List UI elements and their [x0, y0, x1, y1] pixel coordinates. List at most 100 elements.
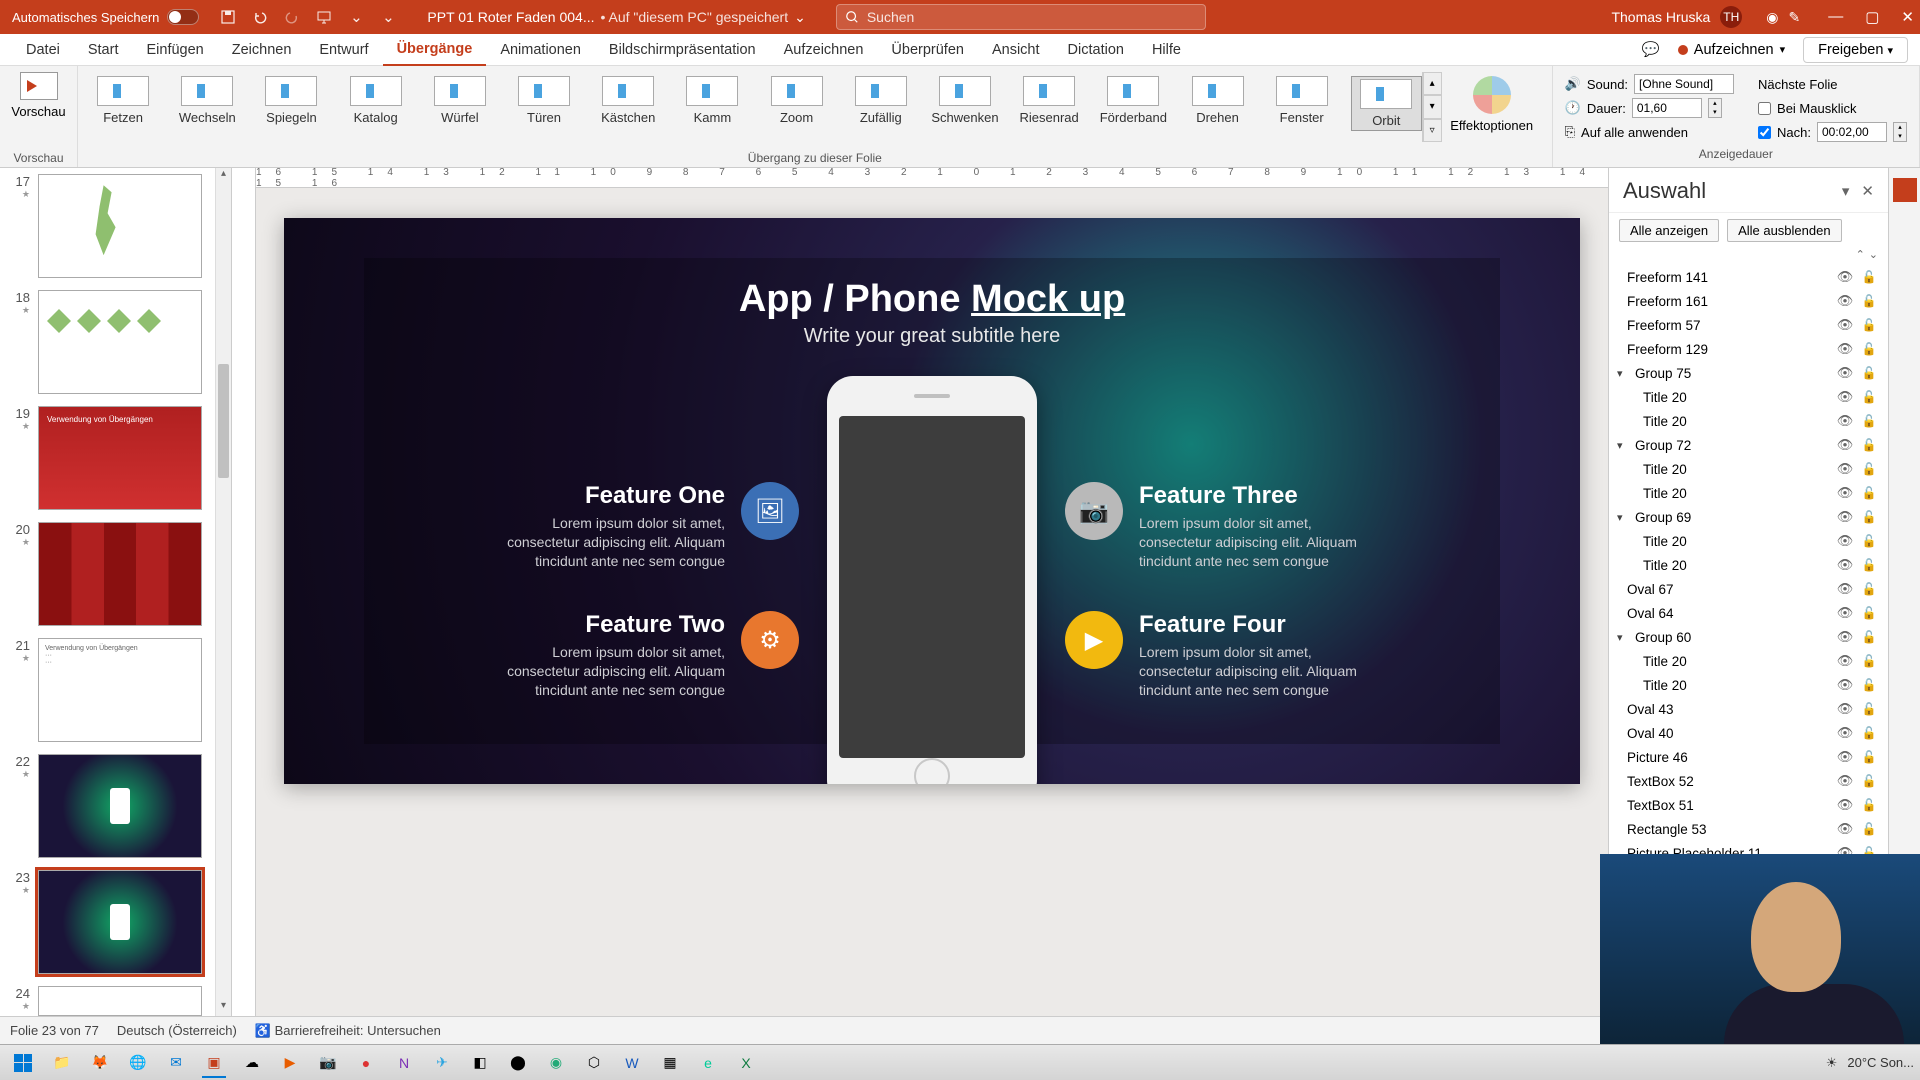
present-icon[interactable]	[315, 8, 333, 26]
selection-item[interactable]: TextBox 52👁🔓	[1609, 769, 1888, 793]
search-box[interactable]: Suchen	[836, 4, 1206, 30]
weather-text[interactable]: 20°C Son...	[1847, 1055, 1914, 1070]
transition-zufällig[interactable]: Zufällig	[846, 76, 916, 125]
visibility-icon[interactable]: 👁	[1836, 293, 1854, 309]
lock-icon[interactable]: 🔓	[1860, 678, 1878, 692]
edge-icon[interactable]: e	[692, 1048, 724, 1078]
duration-spinner[interactable]: ▴▾	[1708, 98, 1722, 118]
tab-animationen[interactable]: Animationen	[486, 34, 595, 66]
selection-item[interactable]: ▾Group 60👁🔓	[1609, 625, 1888, 649]
slide-subtitle[interactable]: Write your great subtitle here	[804, 325, 1060, 348]
lock-icon[interactable]: 🔓	[1860, 534, 1878, 548]
transition-drehen[interactable]: Drehen	[1182, 76, 1252, 125]
gallery-scroll[interactable]: ▴▾▿	[1422, 72, 1442, 142]
visibility-icon[interactable]: 👁	[1836, 317, 1854, 333]
transition-wechseln[interactable]: Wechseln	[172, 76, 242, 125]
visibility-icon[interactable]: 👁	[1836, 557, 1854, 573]
lock-icon[interactable]: 🔓	[1860, 702, 1878, 716]
move-down-icon[interactable]: ⌄	[1869, 248, 1878, 261]
lock-icon[interactable]: 🔓	[1860, 438, 1878, 452]
visibility-icon[interactable]: 👁	[1836, 437, 1854, 453]
visibility-icon[interactable]: 👁	[1836, 749, 1854, 765]
designer-icon[interactable]	[1893, 178, 1917, 202]
selection-item[interactable]: Title 20👁🔓	[1609, 457, 1888, 481]
slide-thumb-23[interactable]: 23	[10, 870, 205, 974]
selection-item[interactable]: Title 20👁🔓	[1609, 673, 1888, 697]
selection-item[interactable]: Picture 46👁🔓	[1609, 745, 1888, 769]
on-click-checkbox[interactable]	[1758, 102, 1771, 115]
slide-thumb-24[interactable]: 24	[10, 986, 205, 1016]
selection-item[interactable]: Oval 40👁🔓	[1609, 721, 1888, 745]
after-checkbox[interactable]	[1758, 126, 1771, 139]
selection-item[interactable]: Title 20👁🔓	[1609, 409, 1888, 433]
tab-zeichnen[interactable]: Zeichnen	[218, 34, 306, 66]
selection-item[interactable]: Title 20👁🔓	[1609, 481, 1888, 505]
weather-icon[interactable]: ☀	[1826, 1055, 1838, 1071]
visibility-icon[interactable]: 👁	[1836, 773, 1854, 789]
lock-icon[interactable]: 🔓	[1860, 774, 1878, 788]
visibility-icon[interactable]: 👁	[1836, 413, 1854, 429]
selection-item[interactable]: Title 20👁🔓	[1609, 529, 1888, 553]
pane-dropdown-icon[interactable]: ▾	[1842, 182, 1850, 200]
record-button[interactable]: Aufzeichnen▾	[1678, 42, 1785, 58]
selection-item[interactable]: Title 20👁🔓	[1609, 553, 1888, 577]
lock-icon[interactable]: 🔓	[1860, 654, 1878, 668]
app-icon-2[interactable]: 📷	[312, 1048, 344, 1078]
start-button[interactable]	[6, 1048, 40, 1078]
lock-icon[interactable]: 🔓	[1860, 822, 1878, 836]
chrome-icon[interactable]: 🌐	[122, 1048, 154, 1078]
transition-schwenken[interactable]: Schwenken	[930, 76, 1000, 125]
thumbnails-scrollbar[interactable]: ▴ ▾	[215, 168, 231, 1016]
apply-all-button[interactable]: ⎘Auf alle anwenden	[1565, 120, 1734, 144]
slide-thumb-19[interactable]: 19Verwendung von Übergängen	[10, 406, 205, 510]
visibility-icon[interactable]: 👁	[1836, 605, 1854, 621]
tab-überprüfen[interactable]: Überprüfen	[877, 34, 978, 66]
tab-entwurf[interactable]: Entwurf	[305, 34, 382, 66]
selection-item[interactable]: Title 20👁🔓	[1609, 385, 1888, 409]
pen-icon[interactable]: ✎	[1789, 9, 1801, 26]
lock-icon[interactable]: 🔓	[1860, 366, 1878, 380]
feature-feature-one[interactable]: 🖼Feature OneLorem ipsum dolor sit amet, …	[489, 482, 799, 571]
visibility-icon[interactable]: 👁	[1836, 365, 1854, 381]
save-icon[interactable]	[219, 8, 237, 26]
outlook-icon[interactable]: ✉	[160, 1048, 192, 1078]
minimize-icon[interactable]: —	[1828, 8, 1843, 26]
feature-feature-four[interactable]: ▶Feature FourLorem ipsum dolor sit amet,…	[1065, 611, 1375, 700]
lock-icon[interactable]: 🔓	[1860, 462, 1878, 476]
transition-förderband[interactable]: Förderband	[1098, 76, 1168, 125]
tab-bildschirmpräsentation[interactable]: Bildschirmpräsentation	[595, 34, 770, 66]
transition-türen[interactable]: Türen	[509, 76, 579, 125]
comments-icon[interactable]: 💬	[1642, 41, 1660, 58]
selection-item[interactable]: Freeform 129👁🔓	[1609, 337, 1888, 361]
lock-icon[interactable]: 🔓	[1860, 390, 1878, 404]
visibility-icon[interactable]: 👁	[1836, 701, 1854, 717]
tab-hilfe[interactable]: Hilfe	[1138, 34, 1195, 66]
lock-icon[interactable]: 🔓	[1860, 582, 1878, 596]
slide-thumb-17[interactable]: 17	[10, 174, 205, 278]
lock-icon[interactable]: 🔓	[1860, 318, 1878, 332]
visibility-icon[interactable]: 👁	[1836, 269, 1854, 285]
visibility-icon[interactable]: 👁	[1836, 797, 1854, 813]
visibility-icon[interactable]: 👁	[1836, 389, 1854, 405]
lock-icon[interactable]: 🔓	[1860, 294, 1878, 308]
lock-icon[interactable]: 🔓	[1860, 726, 1878, 740]
feature-feature-two[interactable]: ⚙Feature TwoLorem ipsum dolor sit amet, …	[489, 611, 799, 700]
explorer-icon[interactable]: 📁	[46, 1048, 78, 1078]
effect-options-button[interactable]: Effektoptionen	[1442, 72, 1542, 133]
firefox-icon[interactable]: 🦊	[84, 1048, 116, 1078]
avatar[interactable]: TH	[1720, 6, 1742, 28]
selection-item[interactable]: ▾Group 75👁🔓	[1609, 361, 1888, 385]
transition-fenster[interactable]: Fenster	[1267, 76, 1337, 125]
visibility-icon[interactable]: 👁	[1836, 581, 1854, 597]
telegram-icon[interactable]: ✈	[426, 1048, 458, 1078]
transition-zoom[interactable]: Zoom	[762, 76, 832, 125]
oval-icon[interactable]: ◉	[1766, 9, 1778, 26]
visibility-icon[interactable]: 👁	[1836, 677, 1854, 693]
pane-close-icon[interactable]: ✕	[1861, 182, 1874, 200]
excel-icon[interactable]: X	[730, 1048, 762, 1078]
selection-item[interactable]: Freeform 161👁🔓	[1609, 289, 1888, 313]
slide-title[interactable]: App / Phone Mock up	[739, 278, 1125, 321]
selection-item[interactable]: Freeform 57👁🔓	[1609, 313, 1888, 337]
slide-thumb-21[interactable]: 21Verwendung von Übergängen······	[10, 638, 205, 742]
selection-item[interactable]: Title 20👁🔓	[1609, 649, 1888, 673]
